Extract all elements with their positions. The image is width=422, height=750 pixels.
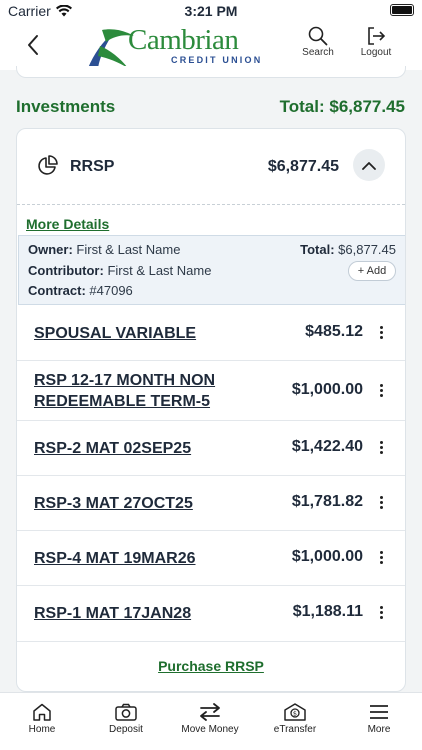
account-details-panel: Owner: First & Last Name Contributor: Fi… bbox=[18, 235, 405, 305]
sub-account-name[interactable]: RSP-3 MAT 27OCT25 bbox=[34, 493, 193, 514]
kebab-menu-icon[interactable] bbox=[377, 606, 385, 619]
kebab-menu-icon[interactable] bbox=[377, 496, 385, 509]
search-label: Search bbox=[302, 47, 334, 58]
investments-title: Investments bbox=[16, 97, 116, 116]
tab-home[interactable]: Home bbox=[0, 703, 84, 735]
contract-value: #47096 bbox=[89, 283, 133, 298]
account-header[interactable]: RRSP $6,877.45 bbox=[17, 129, 405, 205]
tab-more[interactable]: More bbox=[337, 703, 421, 735]
account-balance: $6,877.45 bbox=[267, 158, 339, 175]
etransfer-icon: $ bbox=[284, 703, 306, 721]
owner-value: First & Last Name bbox=[76, 242, 181, 257]
search-button[interactable]: Search bbox=[295, 26, 341, 58]
owner-row: Owner: First & Last Name bbox=[28, 242, 180, 257]
logout-icon bbox=[368, 27, 386, 45]
hamburger-icon bbox=[370, 705, 388, 719]
investments-total: Total: $6,877.45 bbox=[279, 97, 405, 116]
sub-account-amount: $1,781.82 bbox=[291, 493, 363, 510]
tab-move-money[interactable]: Move Money bbox=[168, 703, 252, 735]
contributor-label: Contributor: bbox=[28, 263, 104, 278]
sub-account-name[interactable]: SPOUSAL VARIABLE bbox=[34, 323, 196, 344]
sub-account-row[interactable]: SPOUSAL VARIABLE $485.12 bbox=[17, 306, 405, 361]
sub-account-name[interactable]: RSP-1 MAT 17JAN28 bbox=[34, 603, 191, 624]
contract-label: Contract: bbox=[28, 283, 86, 298]
contributor-value: First & Last Name bbox=[107, 263, 212, 278]
logo-text: Cambrian bbox=[128, 24, 239, 56]
contract-row: Contract: #47096 bbox=[28, 283, 133, 298]
tab-label: Move Money bbox=[181, 724, 239, 735]
more-details-link[interactable]: More Details bbox=[26, 216, 109, 232]
pie-chart-icon bbox=[38, 155, 58, 175]
chevron-up-icon bbox=[362, 161, 376, 170]
status-bar: Carrier 3:21 PM bbox=[0, 0, 422, 22]
sub-account-amount: $1,000.00 bbox=[291, 548, 363, 565]
account-name: RRSP bbox=[70, 158, 115, 175]
sub-account-row[interactable]: RSP-2 MAT 02SEP25 $1,422.40 bbox=[17, 421, 405, 476]
svg-text:$: $ bbox=[293, 710, 297, 718]
kebab-menu-icon[interactable] bbox=[377, 551, 385, 564]
tab-label: More bbox=[367, 724, 391, 735]
details-total-value: $6,877.45 bbox=[338, 242, 396, 257]
transfer-arrows-icon bbox=[200, 703, 220, 721]
sub-account-amount: $1,188.11 bbox=[292, 603, 363, 620]
purchase-rrsp-link[interactable]: Purchase RRSP bbox=[17, 658, 405, 674]
details-total: Total: $6,877.45 bbox=[300, 242, 396, 257]
contributor-row: Contributor: First & Last Name bbox=[28, 263, 211, 278]
tab-label: eTransfer bbox=[273, 724, 317, 735]
camera-icon bbox=[115, 703, 137, 721]
kebab-menu-icon[interactable] bbox=[377, 384, 385, 397]
tab-etransfer[interactable]: $ eTransfer bbox=[253, 703, 337, 735]
sub-account-row[interactable]: RSP 12-17 MONTH NON REDEEMABLE TERM-5 $1… bbox=[17, 361, 405, 421]
tab-label: Home bbox=[28, 724, 56, 735]
logo-subtext: CREDIT UNION bbox=[171, 55, 263, 65]
kebab-menu-icon[interactable] bbox=[377, 441, 385, 454]
home-icon bbox=[33, 703, 51, 721]
sub-account-amount: $1,000.00 bbox=[291, 381, 363, 398]
sub-account-name[interactable]: RSP 12-17 MONTH NON REDEEMABLE TERM-5 bbox=[34, 370, 224, 412]
back-button[interactable] bbox=[18, 30, 48, 60]
owner-label: Owner: bbox=[28, 242, 73, 257]
rrsp-account-card: RRSP $6,877.45 More Details Owner: First… bbox=[16, 128, 406, 692]
sub-account-row[interactable]: RSP-1 MAT 17JAN28 $1,188.11 bbox=[17, 586, 405, 642]
sub-account-row[interactable]: RSP-3 MAT 27OCT25 $1,781.82 bbox=[17, 476, 405, 531]
battery-icon bbox=[390, 4, 414, 16]
kebab-menu-icon[interactable] bbox=[377, 326, 385, 339]
sub-account-amount: $485.12 bbox=[305, 323, 363, 340]
add-button[interactable]: + Add bbox=[348, 261, 396, 281]
logout-label: Logout bbox=[360, 47, 392, 58]
tab-deposit[interactable]: Deposit bbox=[84, 703, 168, 735]
tab-label: Deposit bbox=[109, 724, 143, 735]
details-total-label: Total: bbox=[300, 242, 335, 257]
app-header: Cambrian CREDIT UNION Search Logout bbox=[0, 22, 422, 70]
search-icon bbox=[308, 26, 328, 46]
previous-card-edge bbox=[16, 66, 406, 78]
logout-button[interactable]: Logout bbox=[353, 26, 399, 58]
sub-account-name[interactable]: RSP-4 MAT 19MAR26 bbox=[34, 548, 196, 569]
clock: 3:21 PM bbox=[184, 3, 238, 19]
collapse-button[interactable] bbox=[353, 149, 385, 181]
sub-account-name[interactable]: RSP-2 MAT 02SEP25 bbox=[34, 438, 191, 459]
bottom-tab-bar: Home Deposit Move Money $ eTransfer More bbox=[0, 692, 422, 750]
chevron-left-icon bbox=[28, 35, 38, 55]
sub-account-amount: $1,422.40 bbox=[291, 438, 363, 455]
cambrian-logo: Cambrian CREDIT UNION bbox=[84, 24, 264, 68]
sub-account-row[interactable]: RSP-4 MAT 19MAR26 $1,000.00 bbox=[17, 531, 405, 586]
